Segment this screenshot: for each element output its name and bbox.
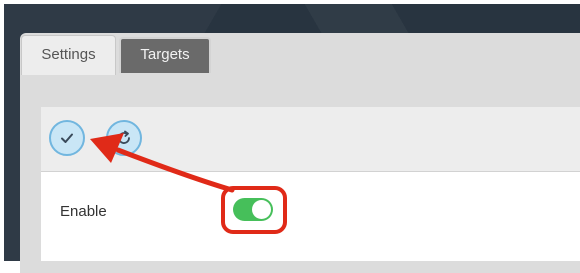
enable-label: Enable bbox=[60, 203, 107, 220]
apply-button[interactable] bbox=[49, 120, 85, 156]
settings-content: Enable bbox=[41, 172, 580, 261]
check-icon bbox=[61, 133, 73, 143]
refresh-icon bbox=[118, 130, 130, 144]
enable-toggle[interactable] bbox=[233, 198, 273, 221]
toggle-knob bbox=[252, 200, 271, 219]
tab-settings[interactable]: Settings bbox=[21, 35, 116, 75]
tab-targets[interactable]: Targets bbox=[119, 37, 211, 73]
refresh-button[interactable] bbox=[106, 120, 142, 156]
toolbar bbox=[41, 107, 580, 172]
